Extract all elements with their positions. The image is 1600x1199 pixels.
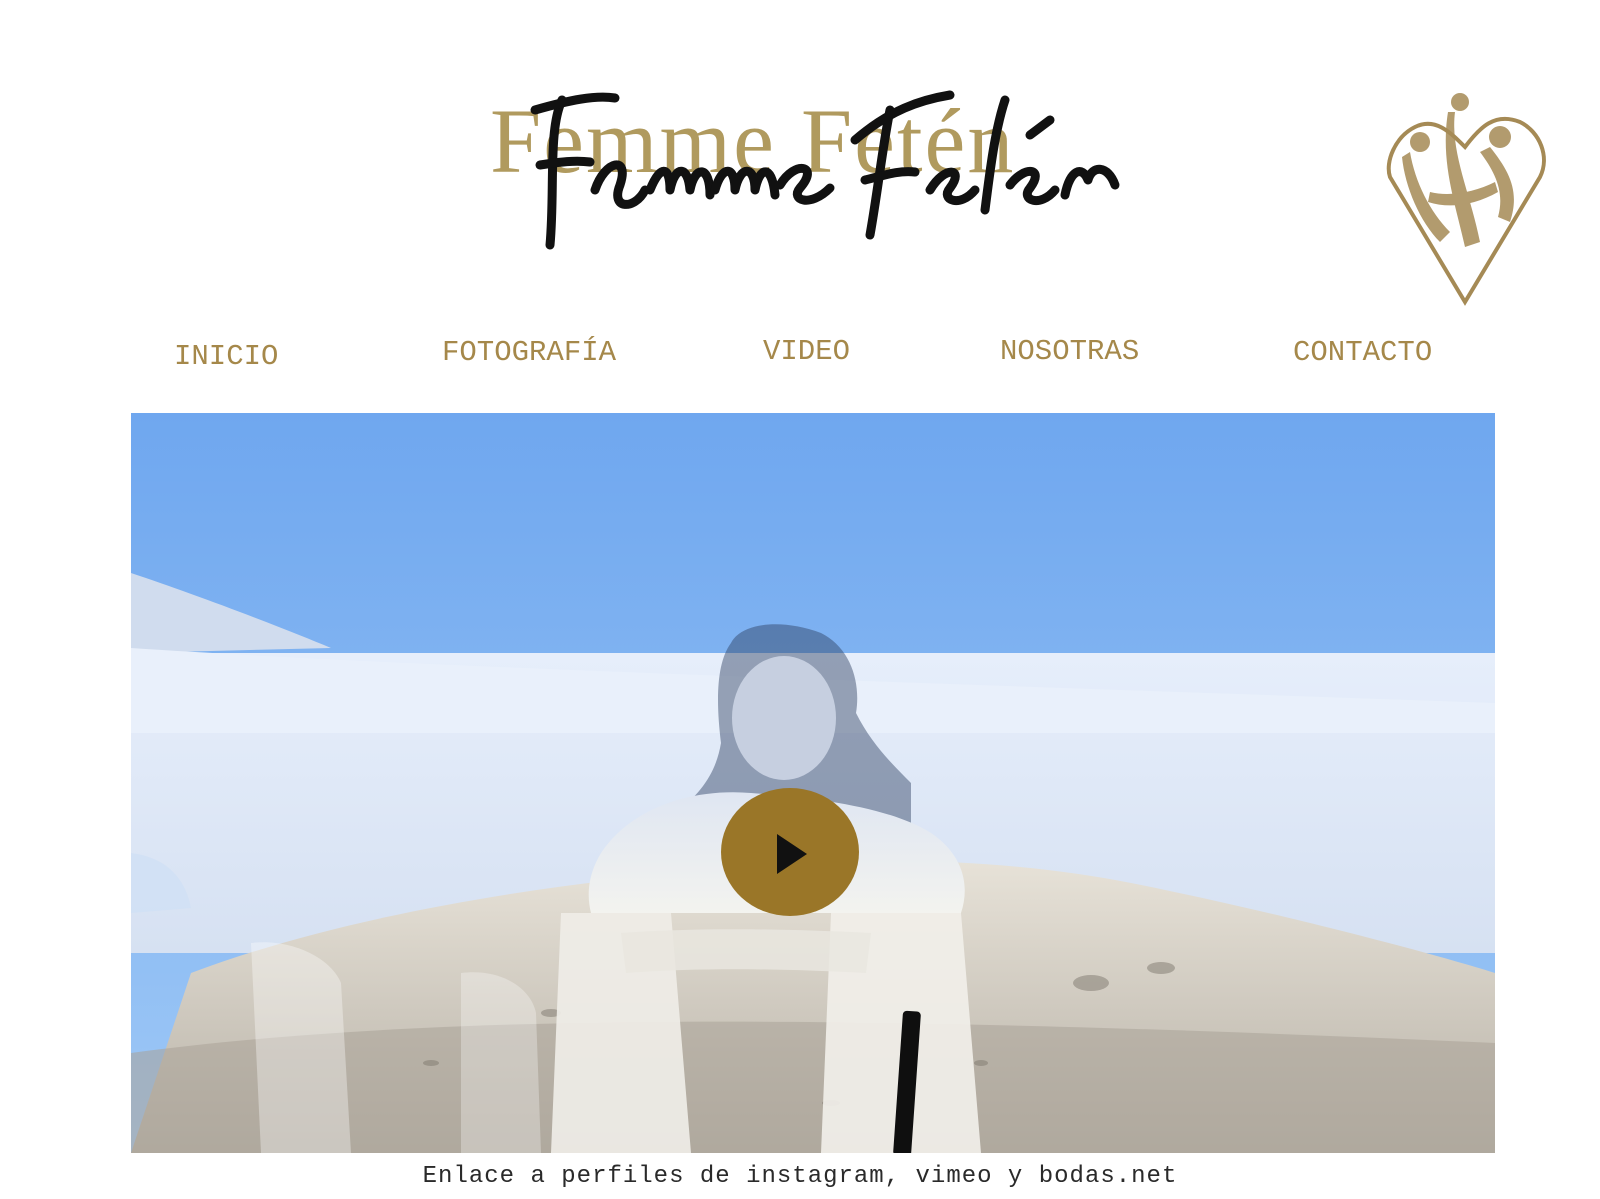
nav-item-contacto[interactable]: CONTACTO <box>1293 336 1432 369</box>
nav-item-inicio[interactable]: INICIO <box>174 340 278 373</box>
heart-emblem-illustration-icon <box>1380 72 1550 312</box>
logo-brush-overlay <box>530 90 1120 250</box>
social-links-caption[interactable]: Enlace a perfiles de instagram, vimeo y … <box>0 1163 1600 1190</box>
hero-video[interactable] <box>131 413 1495 1153</box>
site-logo[interactable]: Femme Fetén <box>490 60 1140 260</box>
play-icon <box>777 834 807 874</box>
nav-item-video[interactable]: VIDEO <box>763 335 850 368</box>
hero-image <box>131 413 1495 1153</box>
nav-item-nosotras[interactable]: NOSOTRAS <box>1000 335 1139 368</box>
site-header: Femme Fetén <box>0 0 1600 320</box>
main-nav: INICIO FOTOGRAFÍA VIDEO NOSOTRAS CONTACT… <box>130 330 1500 390</box>
nav-item-fotografia[interactable]: FOTOGRAFÍA <box>442 336 616 369</box>
play-button[interactable] <box>721 788 859 916</box>
